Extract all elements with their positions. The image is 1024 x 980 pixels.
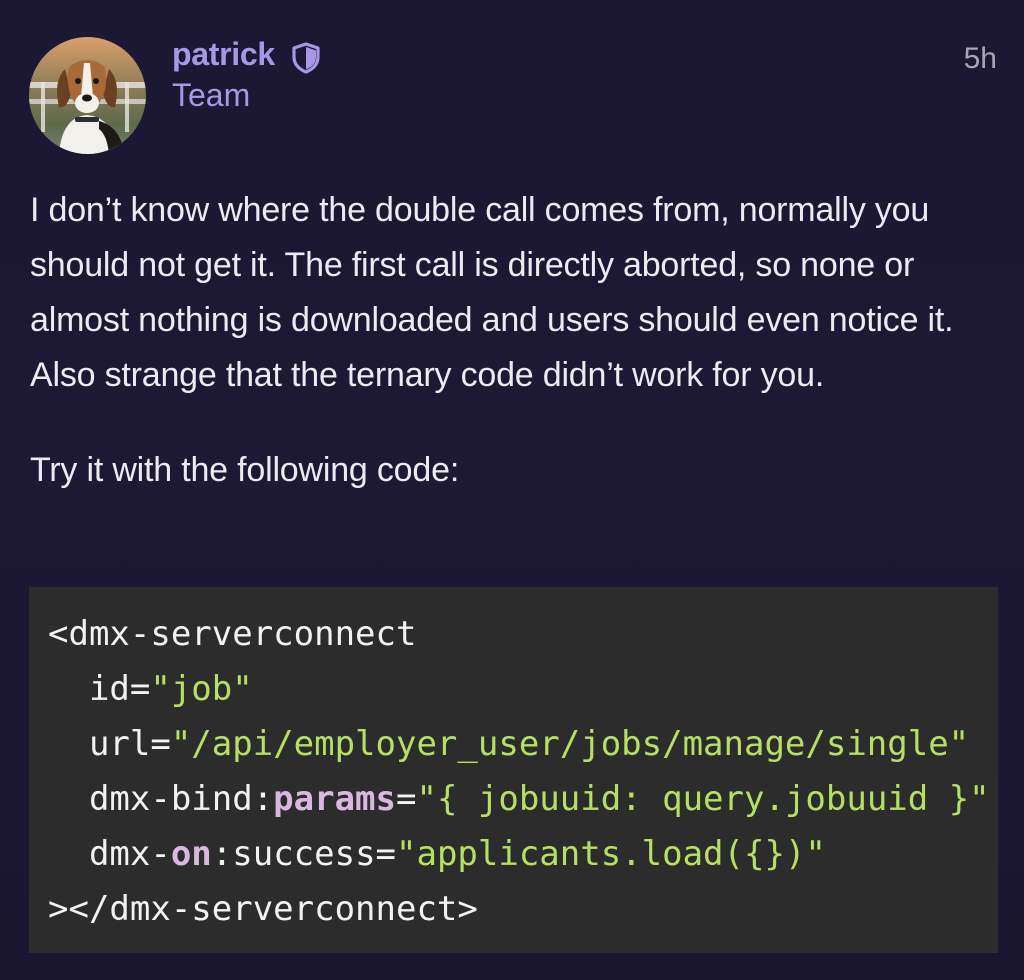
code-block[interactable]: <dmx-serverconnect id="job" url="/api/em… xyxy=(29,587,998,953)
code-attr: dmx- xyxy=(48,834,171,874)
code-string: "applicants.load({})" xyxy=(396,834,826,874)
forum-post: patrick Team 5h I don’t know where the d… xyxy=(0,0,1024,980)
author-group[interactable]: Team xyxy=(172,77,250,114)
code-string: "/api/employer_user/jobs/manage/single" xyxy=(170,724,970,764)
code-content: <dmx-serverconnect id="job" url="/api/em… xyxy=(29,587,998,937)
code-keyword: params xyxy=(273,779,396,819)
avatar-image xyxy=(29,37,146,154)
code-line: ></dmx-serverconnect> xyxy=(48,889,478,929)
post-body: I don’t know where the double call comes… xyxy=(30,183,990,498)
code-attr: id= xyxy=(48,669,151,709)
post-paragraph: I don’t know where the double call comes… xyxy=(30,191,954,394)
post-paragraph: Try it with the following code: xyxy=(30,451,460,489)
code-attr: :success= xyxy=(211,834,397,874)
code-string: "{ jobuuid: query.jobuuid }" xyxy=(416,779,990,819)
shield-icon xyxy=(292,42,320,74)
code-line: <dmx-serverconnect xyxy=(48,614,417,654)
code-attr: = xyxy=(396,779,417,819)
author-name[interactable]: patrick xyxy=(172,36,275,73)
code-attr: url= xyxy=(48,724,171,764)
code-keyword: on xyxy=(170,834,212,874)
post-timestamp[interactable]: 5h xyxy=(964,42,997,76)
code-string: "job" xyxy=(150,669,253,709)
code-attr: dmx-bind: xyxy=(48,779,274,819)
author-avatar[interactable] xyxy=(29,37,146,154)
